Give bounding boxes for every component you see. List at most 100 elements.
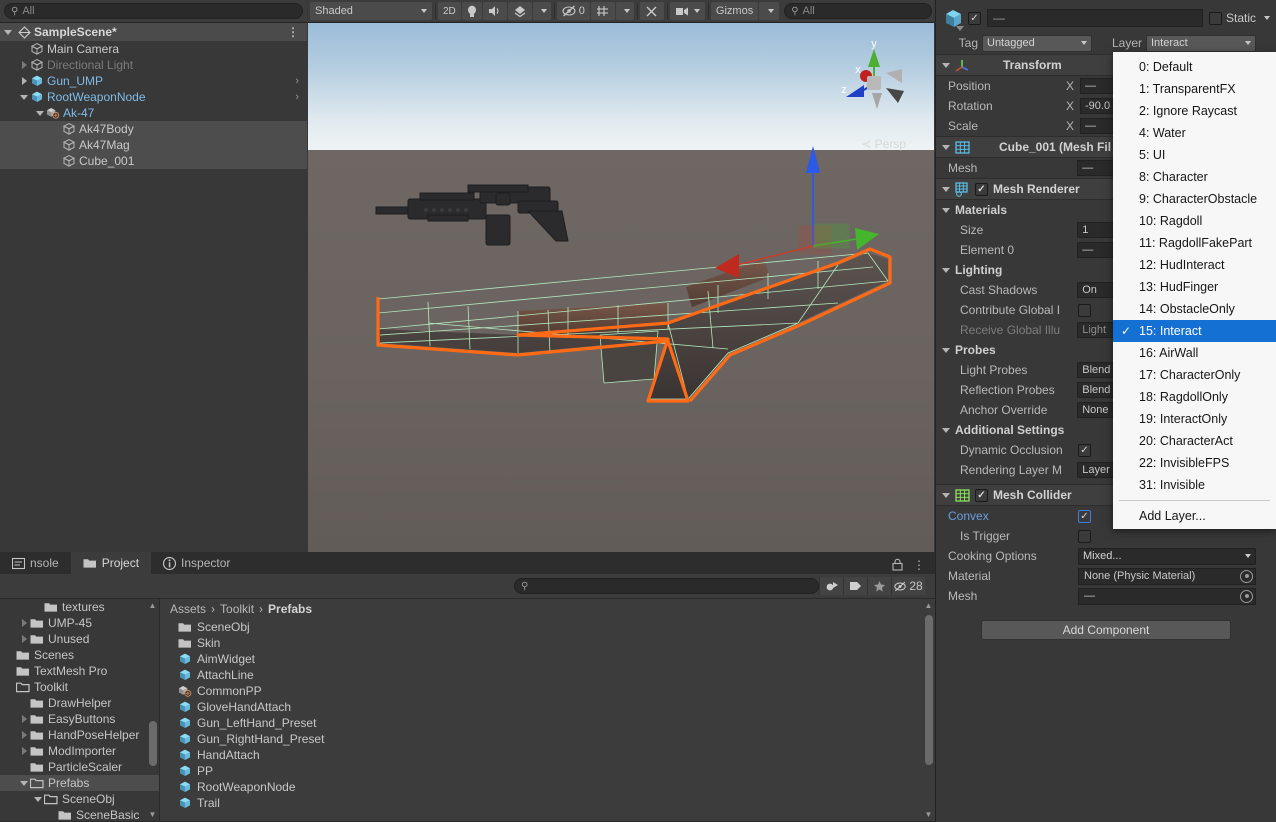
folder-textmesh-pro[interactable]: TextMesh Pro bbox=[0, 663, 159, 679]
layer-option-1[interactable]: 1: TransparentFX bbox=[1113, 78, 1276, 100]
asset-item-glovehandattach[interactable]: GloveHandAttach bbox=[160, 699, 935, 715]
layer-option-8[interactable]: 8: Character bbox=[1113, 166, 1276, 188]
add-layer-menu-item[interactable]: Add Layer... bbox=[1113, 505, 1276, 527]
folder-textures[interactable]: textures bbox=[0, 599, 159, 615]
hidden-count-icon[interactable]: 28 bbox=[891, 577, 925, 595]
lock-icon[interactable] bbox=[892, 558, 903, 574]
asset-item-rootweaponnode[interactable]: RootWeaponNode bbox=[160, 779, 935, 795]
layer-option-0[interactable]: 0: Default bbox=[1113, 56, 1276, 78]
layer-option-31[interactable]: 31: Invisible bbox=[1113, 474, 1276, 496]
hierarchy-item-cube-001[interactable]: Cube_001 bbox=[0, 153, 307, 169]
convex-checkbox[interactable]: ✓ bbox=[1078, 509, 1091, 523]
static-checkbox[interactable] bbox=[1208, 11, 1222, 25]
breadcrumb-item-assets[interactable]: Assets bbox=[170, 602, 206, 616]
grid-dropdown[interactable] bbox=[615, 2, 634, 20]
hierarchy-item-directional-light[interactable]: Directional Light bbox=[0, 57, 307, 73]
gizmos-button[interactable]: Gizmos bbox=[710, 2, 759, 20]
expand-toggle[interactable] bbox=[18, 61, 30, 69]
chevron-down-icon[interactable] bbox=[4, 29, 12, 35]
is-trigger-checkbox[interactable] bbox=[1078, 529, 1091, 543]
mesh-collider-enabled-checkbox[interactable]: ✓ bbox=[975, 488, 988, 502]
asset-item-skin[interactable]: Skin bbox=[160, 635, 935, 651]
scroll-up-arrow[interactable]: ▲ bbox=[924, 601, 933, 610]
scene-fx-dropdown[interactable] bbox=[532, 2, 551, 20]
layer-option-14[interactable]: 14: ObstacleOnly bbox=[1113, 298, 1276, 320]
scene-fx-toggle[interactable] bbox=[507, 2, 532, 20]
scroll-down-arrow[interactable]: ▼ bbox=[924, 810, 933, 819]
chevron-down-icon[interactable] bbox=[942, 267, 950, 273]
tag-dropdown[interactable]: Untagged bbox=[982, 34, 1092, 52]
tab-project[interactable]: Project bbox=[70, 552, 152, 574]
chevron-right-icon[interactable]: › bbox=[295, 75, 299, 87]
project-tree-scrollbar[interactable]: ▲ ▼ bbox=[147, 601, 158, 819]
expand-toggle[interactable] bbox=[18, 747, 30, 755]
layer-option-18[interactable]: 18: RagdollOnly bbox=[1113, 386, 1276, 408]
layer-option-4[interactable]: 4: Water bbox=[1113, 122, 1276, 144]
chevron-down-icon[interactable] bbox=[942, 207, 950, 213]
layer-option-16[interactable]: 16: AirWall bbox=[1113, 342, 1276, 364]
scene-viewport[interactable]: y x z ≺ Persp bbox=[308, 23, 934, 552]
folder-drawhelper[interactable]: DrawHelper bbox=[0, 695, 159, 711]
scroll-thumb[interactable] bbox=[149, 721, 157, 766]
object-name-input[interactable]: — bbox=[987, 9, 1203, 27]
layer-option-22[interactable]: 22: InvisibleFPS bbox=[1113, 452, 1276, 474]
grid-visibility-button[interactable] bbox=[590, 2, 615, 20]
chevron-down-icon[interactable] bbox=[942, 347, 950, 353]
folder-sceneobj[interactable]: SceneObj bbox=[0, 791, 159, 807]
asset-item-attachline[interactable]: AttachLine bbox=[160, 667, 935, 683]
layer-dropdown-popup[interactable]: 0: Default 1: TransparentFX 2: Ignore Rayc… bbox=[1113, 52, 1276, 529]
asset-item-gun-lefthand-preset[interactable]: Gun_LeftHand_Preset bbox=[160, 715, 935, 731]
breadcrumb-item-toolkit[interactable]: Toolkit bbox=[220, 602, 254, 616]
label-filter-icon[interactable] bbox=[843, 577, 867, 595]
layer-option-20[interactable]: 20: CharacterAct bbox=[1113, 430, 1276, 452]
layer-option-15[interactable]: ✓ 15: Interact bbox=[1113, 320, 1276, 342]
asset-item-sceneobj[interactable]: SceneObj bbox=[160, 619, 935, 635]
layer-option-12[interactable]: 12: HudInteract bbox=[1113, 254, 1276, 276]
asset-type-filter-icon[interactable] bbox=[819, 577, 843, 595]
expand-toggle[interactable] bbox=[18, 77, 30, 85]
scene-lighting-toggle[interactable] bbox=[461, 2, 482, 20]
hierarchy-scene-row[interactable]: SampleScene* ⋮ bbox=[0, 23, 307, 41]
hierarchy-item-ak47body[interactable]: Ak47Body bbox=[0, 121, 307, 137]
expand-toggle[interactable] bbox=[18, 715, 30, 723]
scene-orientation-gizmo[interactable]: y x z bbox=[826, 35, 922, 127]
folder-toolkit[interactable]: Toolkit bbox=[0, 679, 159, 695]
kebab-icon[interactable]: ⋮ bbox=[287, 26, 299, 38]
hierarchy-search-input[interactable]: ⚲ All bbox=[4, 3, 303, 19]
folder-modimporter[interactable]: ModImporter bbox=[0, 743, 159, 759]
add-component-button[interactable]: Add Component bbox=[981, 620, 1231, 640]
folder-scenebasic[interactable]: SceneBasic bbox=[0, 807, 159, 821]
layer-option-10[interactable]: 10: Ragdoll bbox=[1113, 210, 1276, 232]
chevron-down-icon[interactable] bbox=[942, 62, 950, 68]
layer-option-17[interactable]: 17: CharacterOnly bbox=[1113, 364, 1276, 386]
folder-handposehelper[interactable]: HandPoseHelper bbox=[0, 727, 159, 743]
folder-scenes[interactable]: Scenes bbox=[0, 647, 159, 663]
mesh-renderer-enabled-checkbox[interactable]: ✓ bbox=[975, 182, 988, 196]
hierarchy-item-gun-ump[interactable]: Gun_UMP › bbox=[0, 73, 307, 89]
expand-toggle[interactable] bbox=[32, 796, 44, 802]
layer-option-2[interactable]: 2: Ignore Raycast bbox=[1113, 100, 1276, 122]
chevron-down-icon[interactable] bbox=[942, 492, 950, 498]
project-search-input[interactable]: ⚲ bbox=[514, 578, 819, 594]
folder-easybuttons[interactable]: EasyButtons bbox=[0, 711, 159, 727]
collider-mesh-field[interactable]: — bbox=[1078, 587, 1256, 605]
expand-toggle[interactable] bbox=[18, 94, 30, 100]
scene-tools-button[interactable] bbox=[639, 2, 664, 20]
layer-option-9[interactable]: 9: CharacterObstacle bbox=[1113, 188, 1276, 210]
tab-nsole[interactable]: nsole bbox=[0, 552, 71, 574]
asset-item-pp[interactable]: PP bbox=[160, 763, 935, 779]
tab-inspector[interactable]: Inspector bbox=[151, 552, 243, 574]
hidden-objects-button[interactable]: 0 bbox=[556, 2, 590, 20]
cooking-options-dropdown[interactable]: Mixed... bbox=[1078, 547, 1256, 565]
chevron-down-icon[interactable] bbox=[942, 144, 950, 150]
chevron-right-icon[interactable]: › bbox=[295, 91, 299, 103]
move-gizmo[interactable] bbox=[703, 128, 883, 278]
asset-item-trail[interactable]: Trail bbox=[160, 795, 935, 811]
scene-search-input[interactable]: ⚲ All bbox=[784, 3, 932, 19]
favorite-star-icon[interactable] bbox=[867, 577, 891, 595]
hierarchy-item-main-camera[interactable]: Main Camera bbox=[0, 41, 307, 57]
dynamic-occlusion-checkbox[interactable]: ✓ bbox=[1078, 443, 1091, 457]
hierarchy-item-ak-47[interactable]: Ak-47 bbox=[0, 105, 307, 121]
expand-toggle[interactable] bbox=[34, 110, 46, 116]
layer-dropdown[interactable]: Interact bbox=[1146, 34, 1256, 52]
